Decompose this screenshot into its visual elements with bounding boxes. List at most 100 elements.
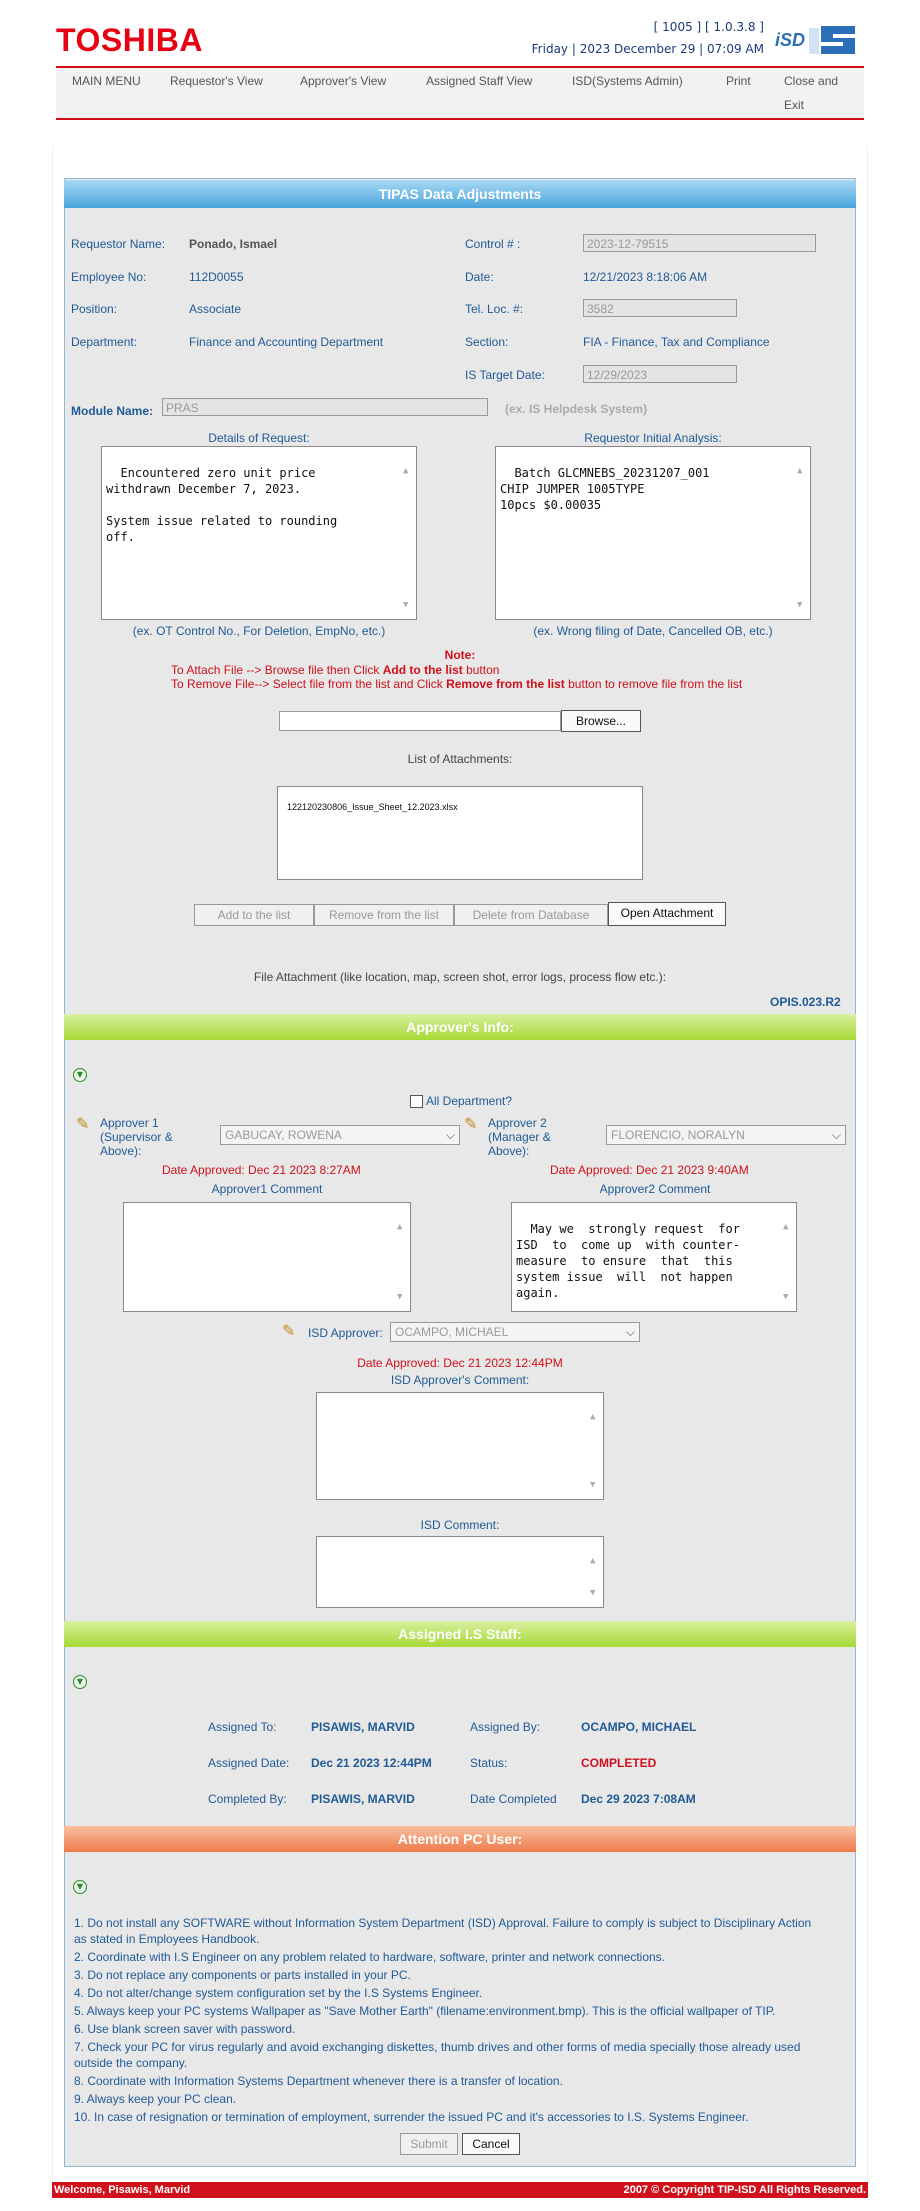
approver2-comment-label: Approver2 Comment bbox=[599, 1182, 711, 1196]
note-attach-text: To Attach File --> Browse file then Clic… bbox=[171, 663, 383, 677]
approver2-comment-text: May we strongly request for ISD to come … bbox=[516, 1222, 740, 1300]
checkbox-icon[interactable] bbox=[410, 1095, 423, 1109]
approver1-date: Date Approved: Dec 21 2023 8:27AM bbox=[162, 1163, 361, 1177]
completed-by-label: Completed By: bbox=[208, 1792, 287, 1806]
cancel-button[interactable]: Cancel bbox=[462, 2133, 520, 2155]
rule-item: 4. Do not alter/change system configurat… bbox=[74, 1986, 483, 2000]
scroll-up-icon[interactable]: ▲ bbox=[403, 463, 408, 479]
remove-from-list-button[interactable]: Remove from the list bbox=[314, 904, 454, 926]
isd-approver-value: OCAMPO, MICHAEL bbox=[395, 1325, 509, 1339]
menu-requestors-view[interactable]: Requestor's View bbox=[170, 74, 263, 88]
menu-exit[interactable]: Exit bbox=[784, 98, 804, 112]
add-to-list-button[interactable]: Add to the list bbox=[194, 904, 314, 926]
scroll-up-icon[interactable]: ▲ bbox=[783, 1219, 788, 1235]
chevron-down-icon: ⌵ bbox=[445, 1128, 455, 1142]
control-field: 2023-12-79515 bbox=[583, 234, 816, 252]
approver1-label: Approver 1 (Supervisor & Above): bbox=[100, 1116, 173, 1158]
scroll-up-icon[interactable]: ▲ bbox=[590, 1553, 595, 1569]
approver2-date: Date Approved: Dec 21 2023 9:40AM bbox=[550, 1163, 749, 1177]
completed-by: PISAWIS, MARVID bbox=[311, 1792, 415, 1806]
menu-assigned-staff-view[interactable]: Assigned Staff View bbox=[426, 74, 532, 88]
employee-no: 112D0055 bbox=[189, 270, 244, 284]
approver2-scrollbar[interactable]: ▲ ▼ bbox=[782, 1205, 794, 1309]
isd-comment[interactable]: ▲ ▼ bbox=[316, 1536, 604, 1608]
form-code: OPIS.023.R2 bbox=[770, 995, 841, 1009]
details-textarea[interactable]: Encountered zero unit price withdrawn De… bbox=[101, 446, 417, 620]
note-remove-action: Remove from the list bbox=[446, 677, 565, 691]
scroll-down-icon[interactable]: ▼ bbox=[783, 1289, 788, 1305]
file-attachment-label: File Attachment (like location, map, scr… bbox=[253, 970, 667, 984]
delete-from-database-button[interactable]: Delete from Database bbox=[454, 904, 608, 926]
scroll-down-icon[interactable]: ▼ bbox=[797, 597, 802, 613]
scroll-down-icon[interactable]: ▼ bbox=[590, 1585, 595, 1601]
position: Associate bbox=[189, 302, 242, 316]
details-text: Encountered zero unit price withdrawn De… bbox=[106, 466, 338, 544]
target-date-label: IS Target Date: bbox=[465, 368, 545, 382]
menu-close[interactable]: Close and bbox=[784, 74, 838, 88]
attention-section-title: Attention PC User: bbox=[64, 1826, 856, 1852]
isd-approver-comment[interactable]: ▲ ▼ bbox=[316, 1392, 604, 1500]
menu-main[interactable]: MAIN MENU bbox=[72, 74, 141, 88]
attachments-list[interactable]: 122120230806_Issue_Sheet_12.2023.xlsx bbox=[277, 786, 643, 880]
menu-isd-admin[interactable]: ISD(Systems Admin) bbox=[572, 74, 683, 88]
section-label: Section: bbox=[465, 335, 509, 349]
isd-approver-select[interactable]: OCAMPO, MICHAEL ⌵ bbox=[390, 1322, 640, 1342]
all-department-checkbox[interactable]: All Department? bbox=[410, 1094, 512, 1109]
menu-print[interactable]: Print bbox=[726, 74, 751, 88]
module-name-label: Module Name: bbox=[71, 404, 154, 418]
module-hint: (ex. IS Helpdesk System) bbox=[505, 402, 648, 416]
collapse-chevron-icon[interactable]: ▼ bbox=[73, 1675, 87, 1689]
rule-item: 6. Use blank screen saver with password. bbox=[74, 2022, 296, 2036]
browse-button[interactable]: Browse... bbox=[561, 710, 641, 732]
analysis-textarea[interactable]: Batch GLCMNEBS_20231207_001 CHIP JUMPER … bbox=[495, 446, 811, 620]
attachment-item[interactable]: 122120230806_Issue_Sheet_12.2023.xlsx bbox=[287, 802, 458, 812]
analysis-hint: (ex. Wrong filing of Date, Cancelled OB,… bbox=[533, 624, 773, 638]
file-path-input[interactable] bbox=[279, 711, 561, 731]
rule-item: 1. Do not install any SOFTWARE without I… bbox=[74, 1916, 812, 1930]
isd-approver-label: ISD Approver: bbox=[308, 1326, 383, 1340]
note-remove-text: To Remove File--> Select file from the l… bbox=[171, 677, 447, 691]
isd-approver-scrollbar[interactable]: ▲ ▼ bbox=[589, 1395, 601, 1497]
isd-comment-scrollbar[interactable]: ▲ ▼ bbox=[589, 1539, 601, 1605]
scroll-up-icon[interactable]: ▲ bbox=[797, 463, 802, 479]
scroll-down-icon[interactable]: ▼ bbox=[403, 597, 408, 613]
approver2-select[interactable]: FLORENCIO, NORALYN ⌵ bbox=[606, 1125, 846, 1145]
status-label: Status: bbox=[470, 1756, 508, 1770]
analysis-scrollbar[interactable]: ▲ ▼ bbox=[796, 449, 808, 617]
approver2-comment[interactable]: May we strongly request for ISD to come … bbox=[511, 1202, 797, 1312]
chevron-down-icon: ⌵ bbox=[831, 1128, 841, 1142]
rule-item: 3. Do not replace any components or part… bbox=[74, 1968, 411, 1982]
staff-section-title: Assigned I.S Staff: bbox=[64, 1621, 856, 1647]
submit-button[interactable]: Submit bbox=[400, 2133, 458, 2155]
approver1-scrollbar[interactable]: ▲ ▼ bbox=[396, 1205, 408, 1309]
scroll-down-icon[interactable]: ▼ bbox=[397, 1289, 402, 1305]
date-label: Date: bbox=[465, 270, 494, 284]
scroll-down-icon[interactable]: ▼ bbox=[590, 1477, 595, 1493]
approver-section-title: Approver's Info: bbox=[64, 1014, 856, 1040]
scroll-up-icon[interactable]: ▲ bbox=[397, 1219, 402, 1235]
collapse-chevron-icon[interactable]: ▼ bbox=[73, 1880, 87, 1894]
collapse-chevron-icon[interactable]: ▼ bbox=[73, 1068, 87, 1082]
rule-item: as stated in Employees Handbook. bbox=[74, 1932, 260, 1946]
scroll-up-icon[interactable]: ▲ bbox=[590, 1409, 595, 1425]
details-scrollbar[interactable]: ▲ ▼ bbox=[402, 449, 414, 617]
approver2-value: FLORENCIO, NORALYN bbox=[611, 1128, 745, 1142]
approver1-comment[interactable]: ▲ ▼ bbox=[123, 1202, 411, 1312]
open-attachment-button[interactable]: Open Attachment bbox=[608, 902, 726, 926]
assigned-by-label: Assigned By: bbox=[470, 1720, 541, 1734]
assigned-date-label: Assigned Date: bbox=[208, 1756, 290, 1770]
approver1-comment-label: Approver1 Comment bbox=[211, 1182, 323, 1196]
version-text: [ 1005 ] [ 1.0.3.8 ] bbox=[653, 20, 764, 34]
welcome-text: Welcome, Pisawis, Marvid bbox=[54, 2184, 191, 2196]
assigned-date: Dec 21 2023 12:44PM bbox=[311, 1756, 432, 1770]
menu-approvers-view[interactable]: Approver's View bbox=[300, 74, 386, 88]
assigned-to: PISAWIS, MARVID bbox=[311, 1720, 415, 1734]
approver1-value: GABUCAY, ROWENA bbox=[225, 1128, 342, 1142]
rule-item: 7. Check your PC for virus regularly and… bbox=[74, 2040, 801, 2054]
module-name-field: PRAS bbox=[162, 398, 488, 416]
note-attach-action: Add to the list bbox=[382, 663, 463, 677]
approver1-select[interactable]: GABUCAY, ROWENA ⌵ bbox=[220, 1125, 460, 1145]
pencil-icon: ✎ bbox=[282, 1321, 296, 1340]
rule-item: 9. Always keep your PC clean. bbox=[74, 2092, 237, 2106]
footer-bar: Welcome, Pisawis, Marvid 2007 © Copyrigh… bbox=[52, 2182, 868, 2198]
